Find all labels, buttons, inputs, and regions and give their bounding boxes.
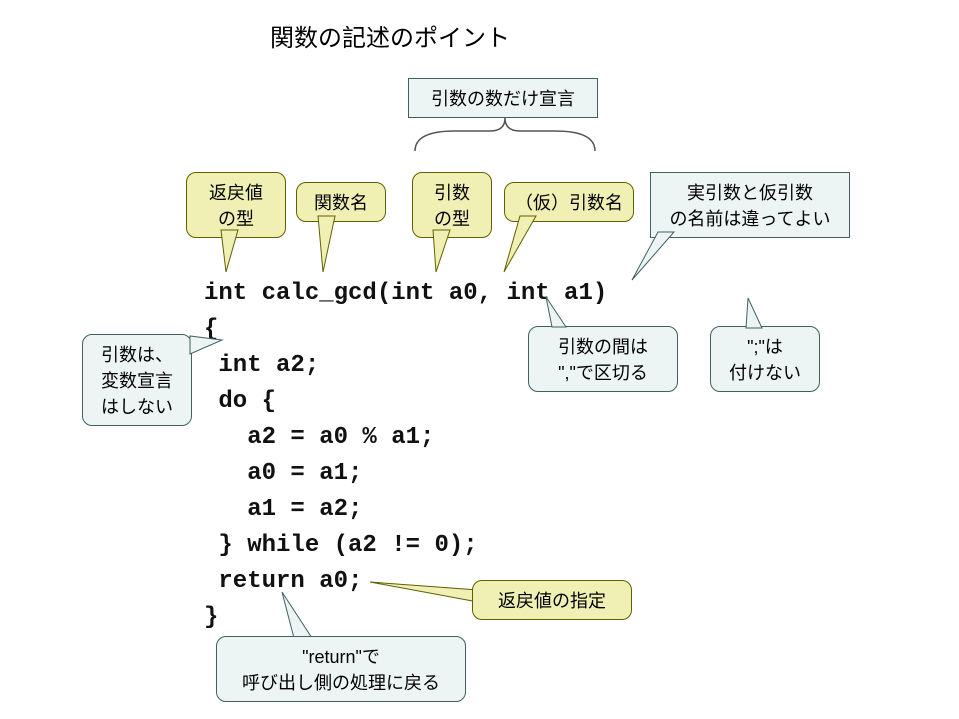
real-vs-formal-callout: 実引数と仮引数の名前は違ってよい — [650, 172, 850, 238]
code-line: a1 = a2; — [204, 496, 362, 523]
code-line: } — [204, 604, 218, 631]
arg-name-pointer — [500, 216, 540, 272]
func-name-pointer — [315, 216, 345, 272]
code-line: { — [204, 316, 218, 343]
arg-name-callout: （仮）引数名 — [504, 182, 634, 222]
func-name-callout: 関数名 — [296, 182, 386, 222]
comma-callout: 引数の間は","で区切る — [528, 326, 678, 392]
code-line: } while (a2 != 0); — [204, 532, 478, 559]
no-decl-callout: 引数は、変数宣言はしない — [82, 334, 192, 426]
return-type-callout: 返戻値の型 — [186, 172, 286, 238]
code-line: int calc_gcd(int a0, int a1) — [204, 280, 607, 307]
real-vs-formal-pointer — [628, 232, 678, 282]
return-flow-callout: "return"で呼び出し側の処理に戻る — [216, 636, 466, 702]
code-line: a0 = a1; — [204, 460, 362, 487]
code-line: return a0; — [204, 568, 362, 595]
diagram-title: 関数の記述のポイント — [270, 18, 510, 53]
code-line: do { — [204, 388, 276, 415]
no-semi-pointer — [738, 298, 768, 328]
no-semi-callout: ";"は付けない — [710, 326, 820, 392]
declare-args-box: 引数の数だけ宣言 — [408, 78, 598, 118]
brace-icon — [410, 116, 600, 156]
arg-type-callout: 引数の型 — [412, 172, 492, 238]
code-line: a2 = a0 % a1; — [204, 424, 434, 451]
return-val-callout: 返戻値の指定 — [472, 580, 632, 620]
code-line: int a2; — [204, 352, 319, 379]
